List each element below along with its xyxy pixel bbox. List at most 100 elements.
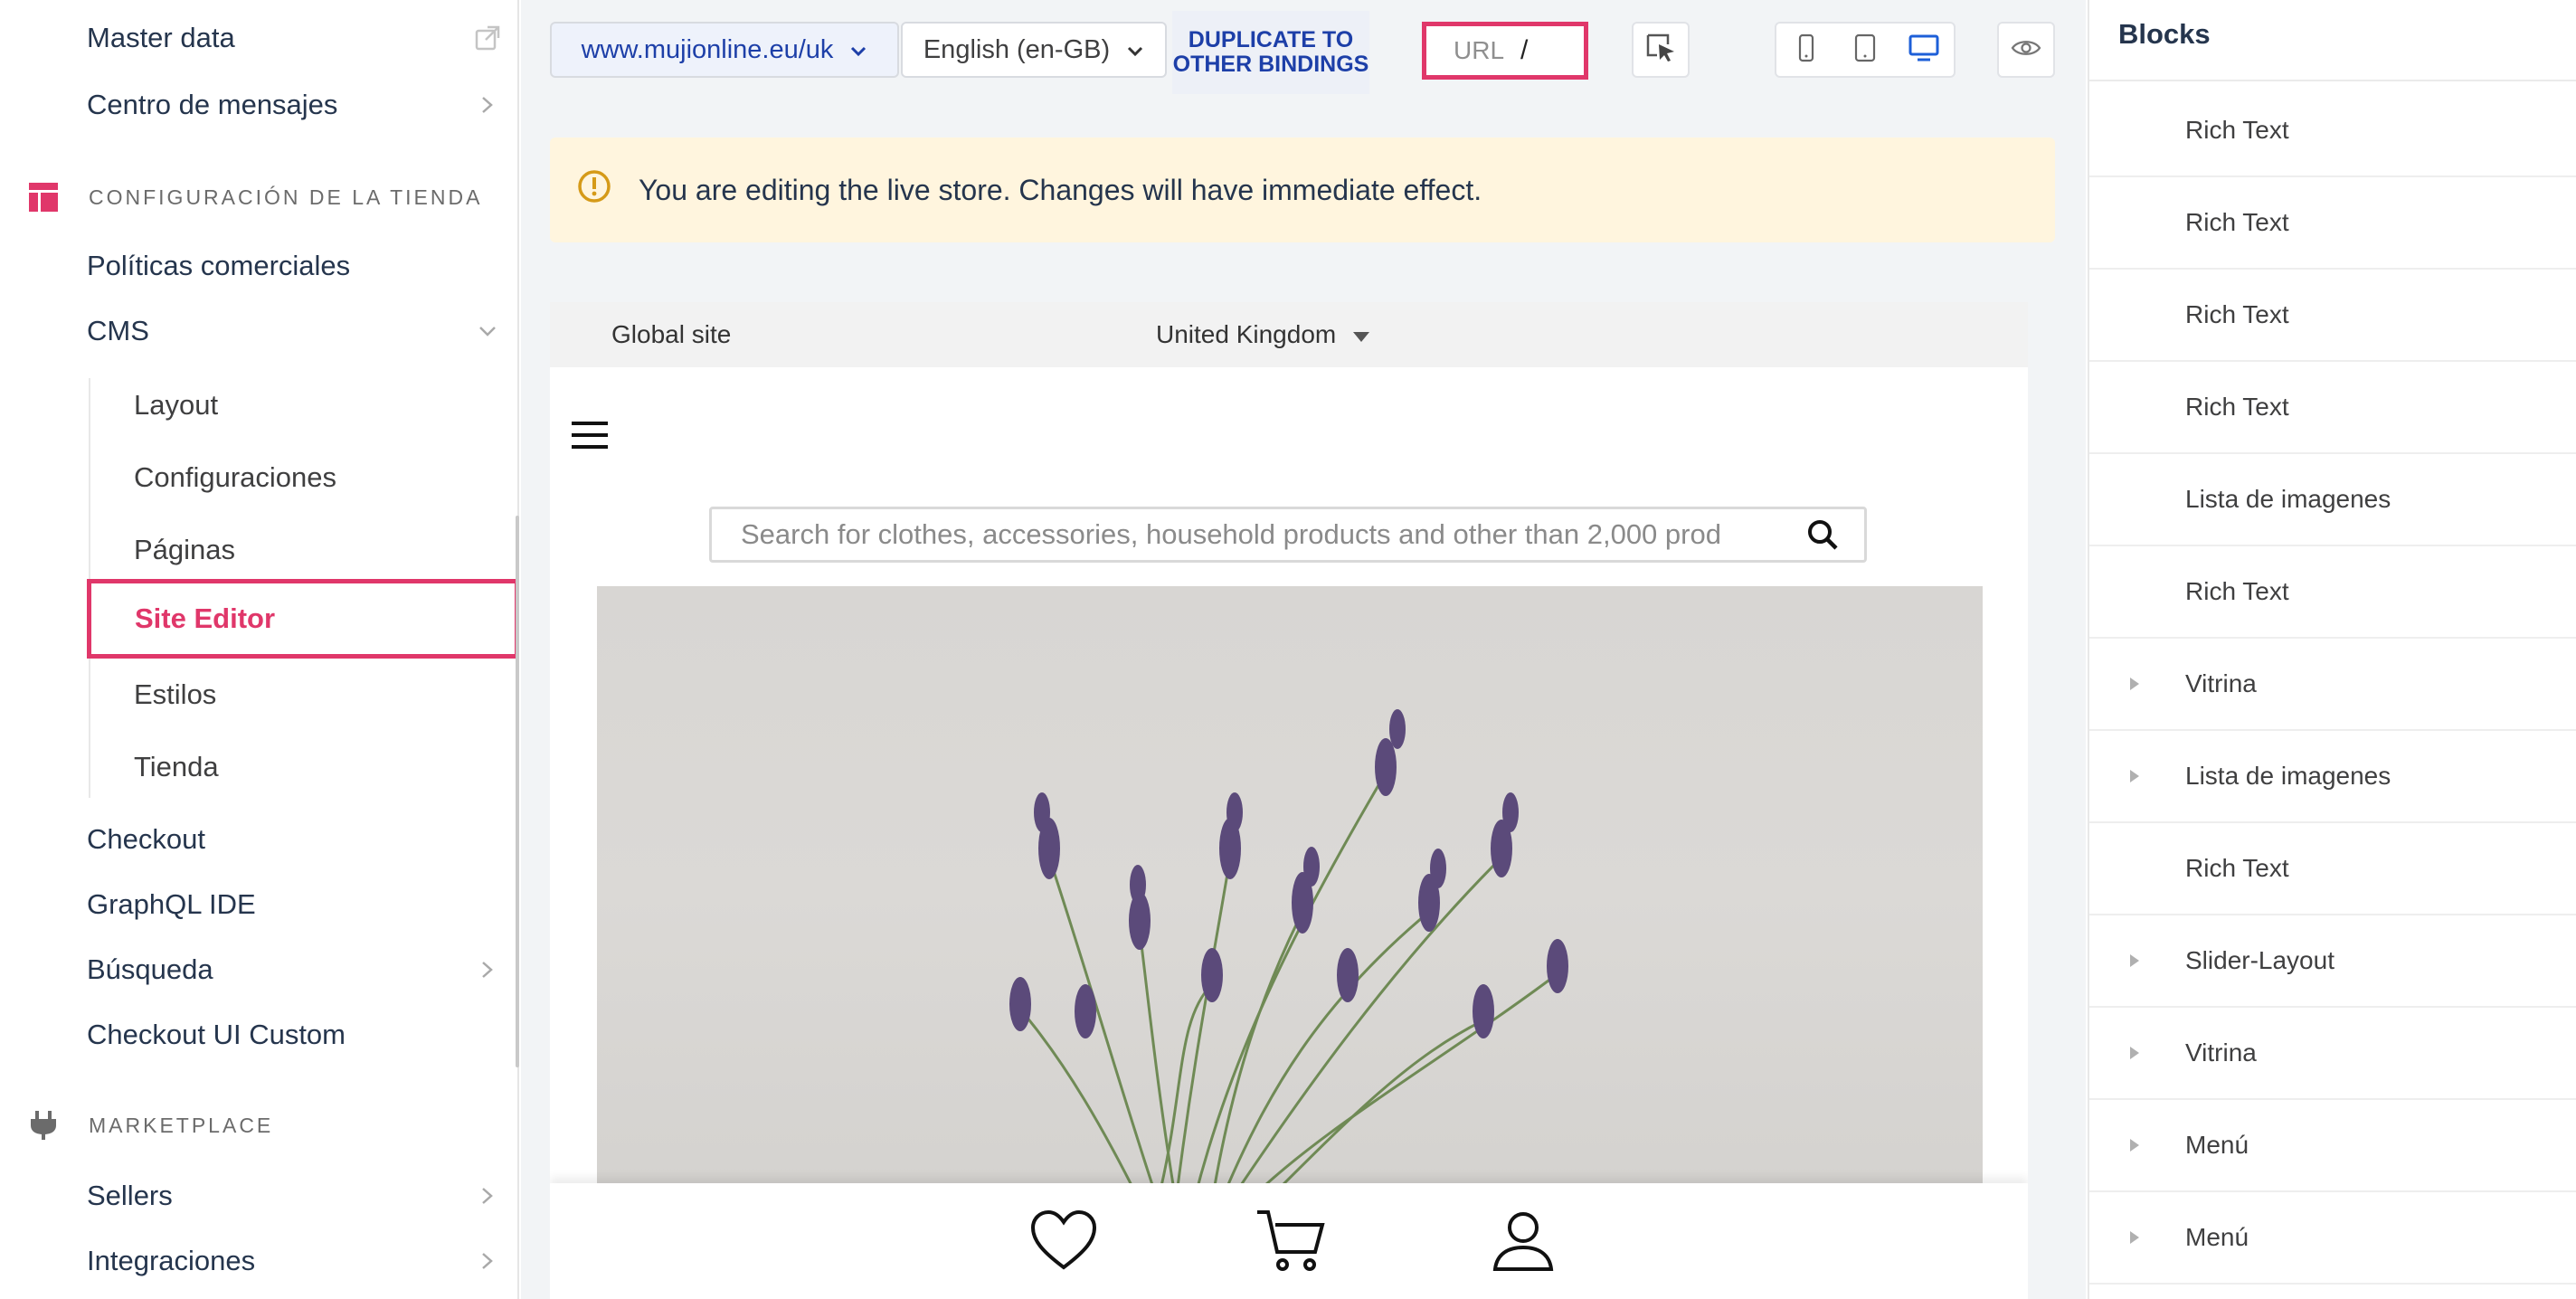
block-item[interactable]: Vitrina xyxy=(2089,639,2576,731)
block-item[interactable]: Rich Text xyxy=(2089,823,2576,915)
country-select[interactable]: United Kingdom xyxy=(1156,320,1370,349)
binding-select[interactable]: www.mujionline.eu/uk xyxy=(550,22,899,78)
mobile-view-button[interactable] xyxy=(1776,24,1835,76)
sidebar-item-label: Checkout xyxy=(87,823,205,855)
language-value: English (en-GB) xyxy=(923,34,1111,64)
block-item[interactable]: Rich Text xyxy=(2089,362,2576,454)
sidebar-subitem-label: Estilos xyxy=(134,678,217,710)
url-field[interactable]: URL xyxy=(1422,22,1588,80)
select-element-button[interactable] xyxy=(1632,22,1690,78)
chevron-right-icon xyxy=(474,91,501,119)
country-value: United Kingdom xyxy=(1156,320,1337,348)
block-item[interactable]: Vitrina xyxy=(2089,1008,2576,1100)
chevron-down-icon xyxy=(474,318,501,345)
mobile-icon xyxy=(1798,33,1814,67)
tablet-icon xyxy=(1854,33,1876,67)
url-label: URL xyxy=(1454,36,1505,64)
search-icon[interactable] xyxy=(1799,511,1846,558)
sidebar-item-master-data[interactable]: Master data xyxy=(87,11,501,65)
block-label: Lista de imagenes xyxy=(2185,485,2391,513)
store-search-input[interactable] xyxy=(741,518,1799,551)
block-label: Menú xyxy=(2185,1223,2249,1251)
hero-banner-image xyxy=(597,586,1983,1203)
block-label: Slider-Layout xyxy=(2185,946,2334,974)
caret-right-icon[interactable] xyxy=(2126,1136,2144,1154)
caret-right-icon[interactable] xyxy=(2126,675,2144,693)
sidebar-subitem-store[interactable]: Tienda xyxy=(134,740,490,794)
cart-icon[interactable] xyxy=(1255,1205,1328,1277)
sidebar-subitem-label: Layout xyxy=(134,389,219,421)
block-label: Vitrina xyxy=(2185,669,2257,697)
duplicate-to-other-bindings-button[interactable]: DUPLICATE TO OTHER BINDINGS xyxy=(1172,11,1369,94)
heart-icon[interactable] xyxy=(1028,1205,1100,1277)
sidebar-subitem-layout[interactable]: Layout xyxy=(134,378,490,432)
external-link-icon xyxy=(474,24,501,52)
section-heading: CONFIGURACIÓN DE LA TIENDA xyxy=(89,185,483,209)
block-label: Rich Text xyxy=(2185,393,2289,421)
sidebar-item-label: Integraciones xyxy=(87,1245,256,1276)
sidebar-subitem-pages[interactable]: Páginas xyxy=(134,523,490,577)
sidebar-item-label: Búsqueda xyxy=(87,953,213,985)
user-account-icon[interactable] xyxy=(1487,1205,1559,1277)
sidebar-item-label: Checkout UI Custom xyxy=(87,1019,346,1050)
sidebar-item-label: Políticas comerciales xyxy=(87,250,351,281)
sidebar-item-sellers[interactable]: Sellers xyxy=(87,1169,501,1223)
preview-toggle-button[interactable] xyxy=(1997,22,2055,78)
sidebar-item-label: CMS xyxy=(87,315,149,346)
caret-right-icon[interactable] xyxy=(2126,1044,2144,1062)
block-label: Rich Text xyxy=(2185,208,2289,236)
chevron-down-icon xyxy=(849,35,867,65)
block-label: Menú xyxy=(2185,1131,2249,1159)
lavender-illustration xyxy=(1009,709,1568,1203)
tablet-view-button[interactable] xyxy=(1835,24,1894,76)
sidebar-subitem-label: Configuraciones xyxy=(134,461,337,493)
site-editor-main: www.mujionline.eu/uk English (en-GB) DUP… xyxy=(521,0,2086,1299)
sidebar-subitem-styles[interactable]: Estilos xyxy=(134,668,490,722)
sidebar-item-label: GraphQL IDE xyxy=(87,888,256,920)
section-heading: MARKETPLACE xyxy=(89,1113,274,1137)
block-item[interactable]: Lista de imagenes xyxy=(2089,731,2576,823)
block-label: Rich Text xyxy=(2185,116,2289,144)
sidebar-item-cms[interactable]: CMS xyxy=(87,304,501,358)
sidebar-item-search[interactable]: Búsqueda xyxy=(87,943,501,997)
eye-icon xyxy=(2011,37,2041,63)
block-label: Rich Text xyxy=(2185,854,2289,882)
caret-right-icon[interactable] xyxy=(2126,1228,2144,1247)
caret-right-icon[interactable] xyxy=(2126,952,2144,970)
triangle-down-icon xyxy=(1352,320,1370,349)
sidebar-subitem-site-editor[interactable]: Site Editor xyxy=(87,579,519,659)
block-label: Rich Text xyxy=(2185,300,2289,328)
block-item[interactable]: Lista de imagenes xyxy=(2089,454,2576,546)
caret-right-icon[interactable] xyxy=(2126,767,2144,785)
sidebar-item-integrations[interactable]: Integraciones xyxy=(87,1234,501,1288)
sidebar-item-message-center[interactable]: Centro de mensajes xyxy=(87,78,501,132)
block-item[interactable]: Menú xyxy=(2089,1192,2576,1285)
sidebar-subitem-label: Site Editor xyxy=(135,602,276,634)
block-item[interactable]: Rich Text xyxy=(2089,270,2576,362)
sidebar-subitem-configurations[interactable]: Configuraciones xyxy=(134,450,490,505)
block-item[interactable]: Slider-Layout xyxy=(2089,915,2576,1008)
device-toggle-group xyxy=(1775,22,1956,78)
sidebar-item-graphql-ide[interactable]: GraphQL IDE xyxy=(87,877,501,932)
desktop-view-button[interactable] xyxy=(1895,24,1954,76)
sidebar-item-commercial-policies[interactable]: Políticas comerciales xyxy=(87,239,501,293)
sidebar-scrollbar[interactable] xyxy=(516,516,519,1067)
block-item[interactable]: Menú xyxy=(2089,1100,2576,1192)
block-item[interactable]: Rich Text xyxy=(2089,177,2576,270)
language-select[interactable]: English (en-GB) xyxy=(901,22,1167,78)
section-store-config: CONFIGURACIÓN DE LA TIENDA xyxy=(25,177,482,217)
block-item[interactable]: Rich Text xyxy=(2089,85,2576,177)
sidebar-subitem-label: Páginas xyxy=(134,534,236,565)
chevron-down-icon xyxy=(1126,35,1144,65)
blocks-panel: Blocks Rich Text Rich Text Rich Text Ric… xyxy=(2088,0,2576,1299)
layout-icon xyxy=(25,179,62,215)
block-item[interactable]: Rich Text xyxy=(2089,546,2576,639)
sidebar-item-checkout-ui-custom[interactable]: Checkout UI Custom xyxy=(87,1008,501,1062)
global-site-link[interactable]: Global site xyxy=(611,320,731,349)
url-input[interactable] xyxy=(1520,35,1576,66)
sidebar-item-checkout[interactable]: Checkout xyxy=(87,812,501,867)
divider xyxy=(2089,80,2576,81)
store-bottom-nav xyxy=(550,1183,2028,1299)
hamburger-menu-icon[interactable] xyxy=(570,414,611,456)
banner-text: You are editing the live store. Changes … xyxy=(639,173,1482,206)
